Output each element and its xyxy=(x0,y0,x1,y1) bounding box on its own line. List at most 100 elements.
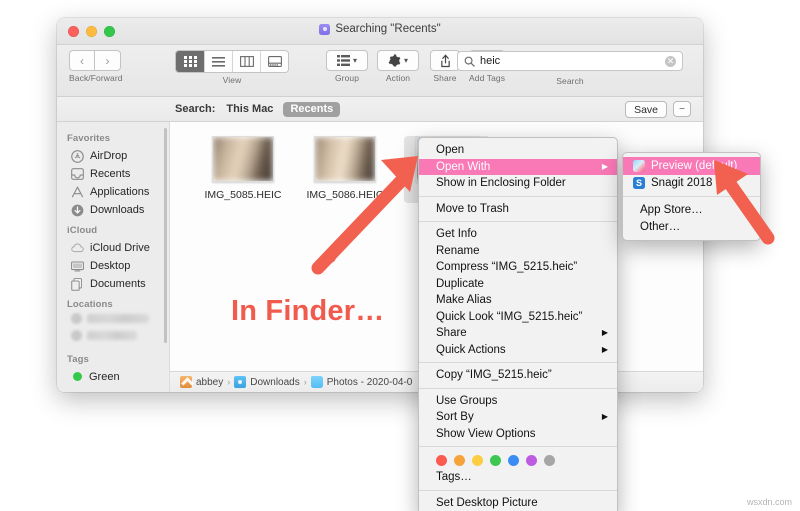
search-scope-label: Search: xyxy=(175,103,216,115)
desktop-icon xyxy=(71,260,84,273)
menu-item-tags[interactable]: Tags… xyxy=(419,469,617,486)
menu-item-make-alias[interactable]: Make Alias xyxy=(419,292,617,309)
sidebar-label: Desktop xyxy=(90,260,131,272)
menu-item-share[interactable]: Share ▶ xyxy=(419,325,617,342)
clear-search-icon[interactable]: ✕ xyxy=(665,55,676,67)
tag-color-green[interactable] xyxy=(490,455,501,466)
share-button[interactable] xyxy=(430,50,460,71)
search-input[interactable] xyxy=(480,55,660,67)
menu-item-duplicate[interactable]: Duplicate xyxy=(419,276,617,293)
gear-icon xyxy=(388,54,401,67)
menu-item-label: Quick Actions xyxy=(436,343,506,356)
scope-this-mac[interactable]: This Mac xyxy=(226,103,273,115)
menu-item-label: Open With xyxy=(436,160,491,173)
menu-item-label: Quick Look “IMG_5215.heic” xyxy=(436,310,583,323)
submenu-item-other[interactable]: Other… xyxy=(623,219,760,237)
menu-item-get-info[interactable]: Get Info xyxy=(419,226,617,243)
menu-item-rename[interactable]: Rename xyxy=(419,243,617,260)
menu-item-quick-actions[interactable]: Quick Actions ▶ xyxy=(419,342,617,359)
tag-color-red[interactable] xyxy=(436,455,447,466)
cloud-icon xyxy=(71,242,84,255)
save-search-button[interactable]: Save xyxy=(625,101,667,118)
menu-item-compress[interactable]: Compress “IMG_5215.heic” xyxy=(419,259,617,276)
tag-color-yellow[interactable] xyxy=(472,455,483,466)
action-group: ▾ Action xyxy=(377,50,419,83)
icon-view-button[interactable] xyxy=(176,51,204,72)
remove-criteria-button[interactable]: − xyxy=(673,101,691,117)
menu-item-show-view-options[interactable]: Show View Options xyxy=(419,426,617,443)
sidebar-item-blurred-2[interactable] xyxy=(57,330,169,341)
menu-item-label: Get Info xyxy=(436,228,477,241)
window-titlebar: Searching "Recents" xyxy=(57,18,703,45)
menu-item-label: Show in Enclosing Folder xyxy=(436,177,566,190)
sidebar-label: AirDrop xyxy=(90,150,128,162)
sidebar-label: Documents xyxy=(90,278,146,290)
menu-separator xyxy=(419,489,617,491)
menu-item-label: Copy “IMG_5215.heic” xyxy=(436,369,552,382)
open-with-submenu: Preview (default) S Snagit 2018 App Stor… xyxy=(622,152,761,241)
finder-sidebar: Favorites AirDrop Recents Applications D… xyxy=(57,122,170,392)
submenu-item-preview[interactable]: Preview (default) xyxy=(623,157,760,175)
sidebar-item-applications[interactable]: Applications xyxy=(57,183,169,201)
menu-item-label: Move to Trash xyxy=(436,202,509,215)
sidebar-item-recents[interactable]: Recents xyxy=(57,165,169,183)
tag-color-purple[interactable] xyxy=(526,455,537,466)
breadcrumb-item[interactable]: Photos - 2020-04-0 xyxy=(327,377,413,388)
screenshot-root: Searching "Recents" ‹ › Back/Forward Vie… xyxy=(0,0,800,511)
menu-item-move-to-trash[interactable]: Move to Trash xyxy=(419,201,617,218)
submenu-item-snagit[interactable]: S Snagit 2018 xyxy=(623,175,760,193)
menu-item-open[interactable]: Open xyxy=(419,142,617,159)
column-view-button[interactable] xyxy=(232,51,260,72)
submenu-item-app-store[interactable]: App Store… xyxy=(623,201,760,219)
menu-item-label: Make Alias xyxy=(436,294,492,307)
sidebar-label: Downloads xyxy=(90,204,145,216)
submenu-arrow-icon: ▶ xyxy=(601,412,608,422)
scope-recents[interactable]: Recents xyxy=(283,101,341,117)
menu-item-copy[interactable]: Copy “IMG_5215.heic” xyxy=(419,367,617,384)
view-group: View xyxy=(175,50,289,85)
tag-color-blue[interactable] xyxy=(508,455,519,466)
file-item[interactable]: IMG_5086.HEIC xyxy=(302,136,388,203)
list-view-button[interactable] xyxy=(204,51,232,72)
sidebar-item-downloads[interactable]: Downloads xyxy=(57,201,169,219)
tag-color-gray[interactable] xyxy=(544,455,555,466)
back-button[interactable]: ‹ xyxy=(69,50,95,71)
menu-item-set-desktop-picture[interactable]: Set Desktop Picture xyxy=(419,495,617,511)
sidebar-item-blurred-1[interactable] xyxy=(57,313,169,324)
airdrop-icon xyxy=(71,149,84,163)
menu-item-label: Tags… xyxy=(436,471,472,484)
sidebar-item-desktop[interactable]: Desktop xyxy=(57,257,169,275)
search-field[interactable]: ✕ xyxy=(457,51,683,71)
submenu-arrow-icon: ▶ xyxy=(601,328,608,338)
breadcrumb-separator: › xyxy=(227,377,231,387)
breadcrumb-separator: › xyxy=(303,377,307,387)
menu-item-quick-look[interactable]: Quick Look “IMG_5215.heic” xyxy=(419,309,617,326)
blurred-location-icon xyxy=(71,313,82,324)
gallery-view-button[interactable] xyxy=(260,51,288,72)
breadcrumb-item[interactable]: Downloads xyxy=(250,377,299,388)
menu-item-sort-by[interactable]: Sort By ▶ xyxy=(419,409,617,426)
sidebar-header-icloud: iCloud xyxy=(67,225,98,236)
sidebar-item-documents[interactable]: Documents xyxy=(57,275,169,293)
group-button[interactable]: ▾ xyxy=(326,50,368,71)
menu-item-show-in-enclosing-folder[interactable]: Show in Enclosing Folder xyxy=(419,175,617,192)
watermark: wsxdn.com xyxy=(746,497,792,507)
action-button[interactable]: ▾ xyxy=(377,50,419,71)
sidebar-item-icloud-drive[interactable]: iCloud Drive xyxy=(57,239,169,257)
menu-item-label: Show View Options xyxy=(436,427,536,440)
menu-item-label: Set Desktop Picture xyxy=(436,496,538,509)
file-thumbnail xyxy=(212,136,274,182)
sidebar-scrollbar[interactable] xyxy=(164,128,167,343)
menu-item-open-with[interactable]: Open With ▶ xyxy=(419,158,617,175)
file-item[interactable]: IMG_5085.HEIC xyxy=(200,136,286,203)
forward-button[interactable]: › xyxy=(95,50,121,71)
menu-item-label: Share xyxy=(436,327,467,340)
sidebar-item-airdrop[interactable]: AirDrop xyxy=(57,147,169,165)
breadcrumb-item[interactable]: abbey xyxy=(196,377,223,388)
menu-item-label: Open xyxy=(436,144,465,157)
sidebar-item-tag-green[interactable]: Green xyxy=(57,368,169,385)
tag-color-orange[interactable] xyxy=(454,455,465,466)
group-icon xyxy=(336,55,350,66)
menu-item-use-groups[interactable]: Use Groups xyxy=(419,393,617,410)
nav-group-label: Back/Forward xyxy=(69,73,123,83)
